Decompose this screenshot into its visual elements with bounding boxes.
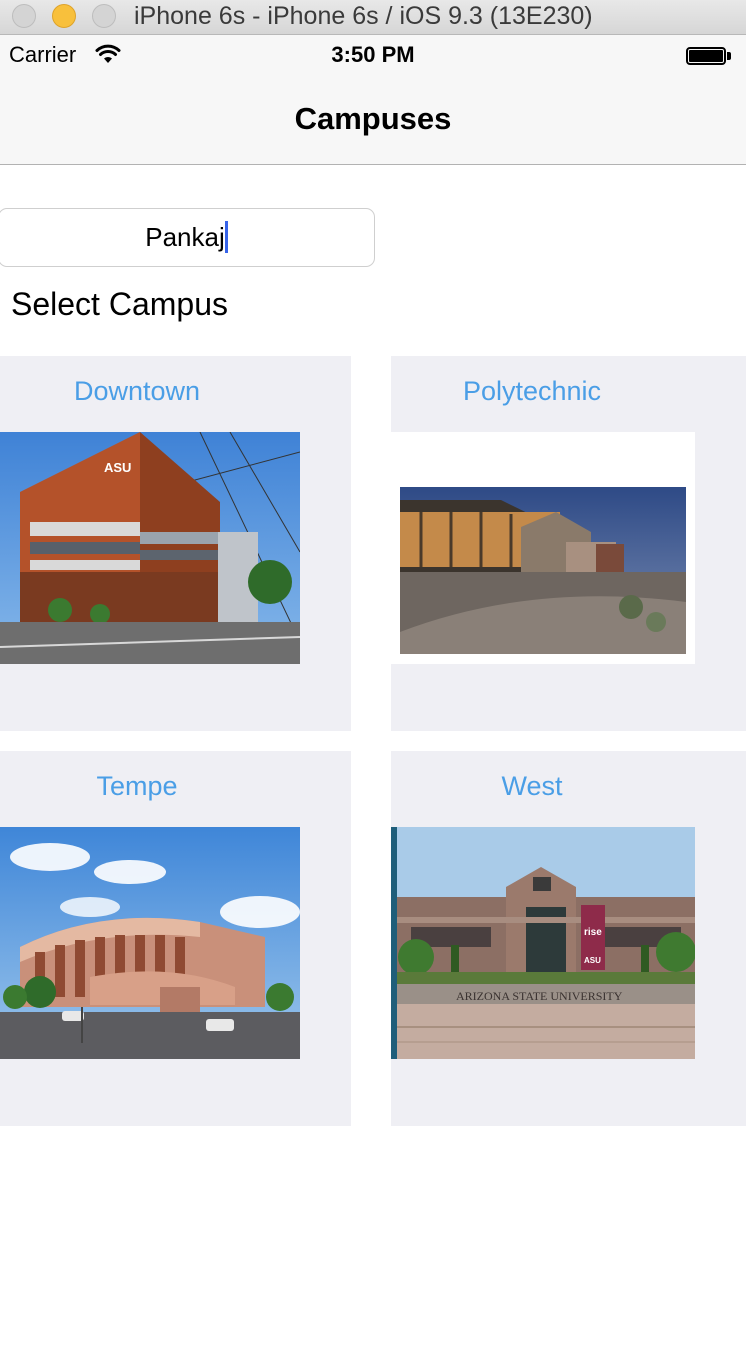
west-campus-photo[interactable]: rise ASU ARIZONA STATE UNIVERSITY (391, 827, 695, 1059)
status-time: 3:50 PM (331, 42, 415, 67)
minimize-window-button[interactable] (52, 4, 76, 28)
text-cursor (224, 221, 228, 254)
name-input[interactable]: Pankaj (0, 208, 375, 267)
campus-title-polytechnic[interactable]: Polytechnic (391, 376, 673, 407)
status-bar: Carrier 3:50 PM (0, 35, 746, 77)
downtown-campus-photo[interactable]: ASU (0, 432, 300, 664)
select-campus-label: Select Campus (11, 286, 228, 322)
window-title: iPhone 6s - iPhone 6s / iOS 9.3 (13E230) (134, 2, 593, 30)
tempe-campus-photo[interactable] (0, 827, 300, 1059)
name-input-value: Pankaj (145, 222, 225, 252)
campus-card-downtown[interactable]: Downtown ASU (0, 356, 351, 731)
campus-card-tempe[interactable]: Tempe (0, 751, 351, 1126)
navigation-bar: Campuses (0, 77, 746, 165)
battery-icon (686, 47, 732, 65)
campus-card-polytechnic[interactable]: Polytechnic (391, 356, 746, 731)
banner-asu-logo: ASU (584, 956, 601, 965)
campus-card-west[interactable]: West rise ASU ARIZONA STATE UNIVERSITY (391, 751, 746, 1126)
page-title: Campuses (294, 101, 452, 136)
campus-title-downtown[interactable]: Downtown (0, 376, 274, 407)
campus-title-tempe[interactable]: Tempe (0, 771, 274, 802)
close-window-button[interactable] (12, 4, 36, 28)
polytechnic-campus-photo[interactable] (391, 432, 695, 664)
zoom-window-button[interactable] (92, 4, 116, 28)
asu-logo: ASU (104, 460, 131, 475)
simulator-title-bar: iPhone 6s - iPhone 6s / iOS 9.3 (13E230) (0, 0, 746, 35)
arizona-state-university-sign: ARIZONA STATE UNIVERSITY (456, 989, 623, 1003)
campus-title-west[interactable]: West (391, 771, 673, 802)
rise-banner-text: rise (584, 927, 602, 938)
